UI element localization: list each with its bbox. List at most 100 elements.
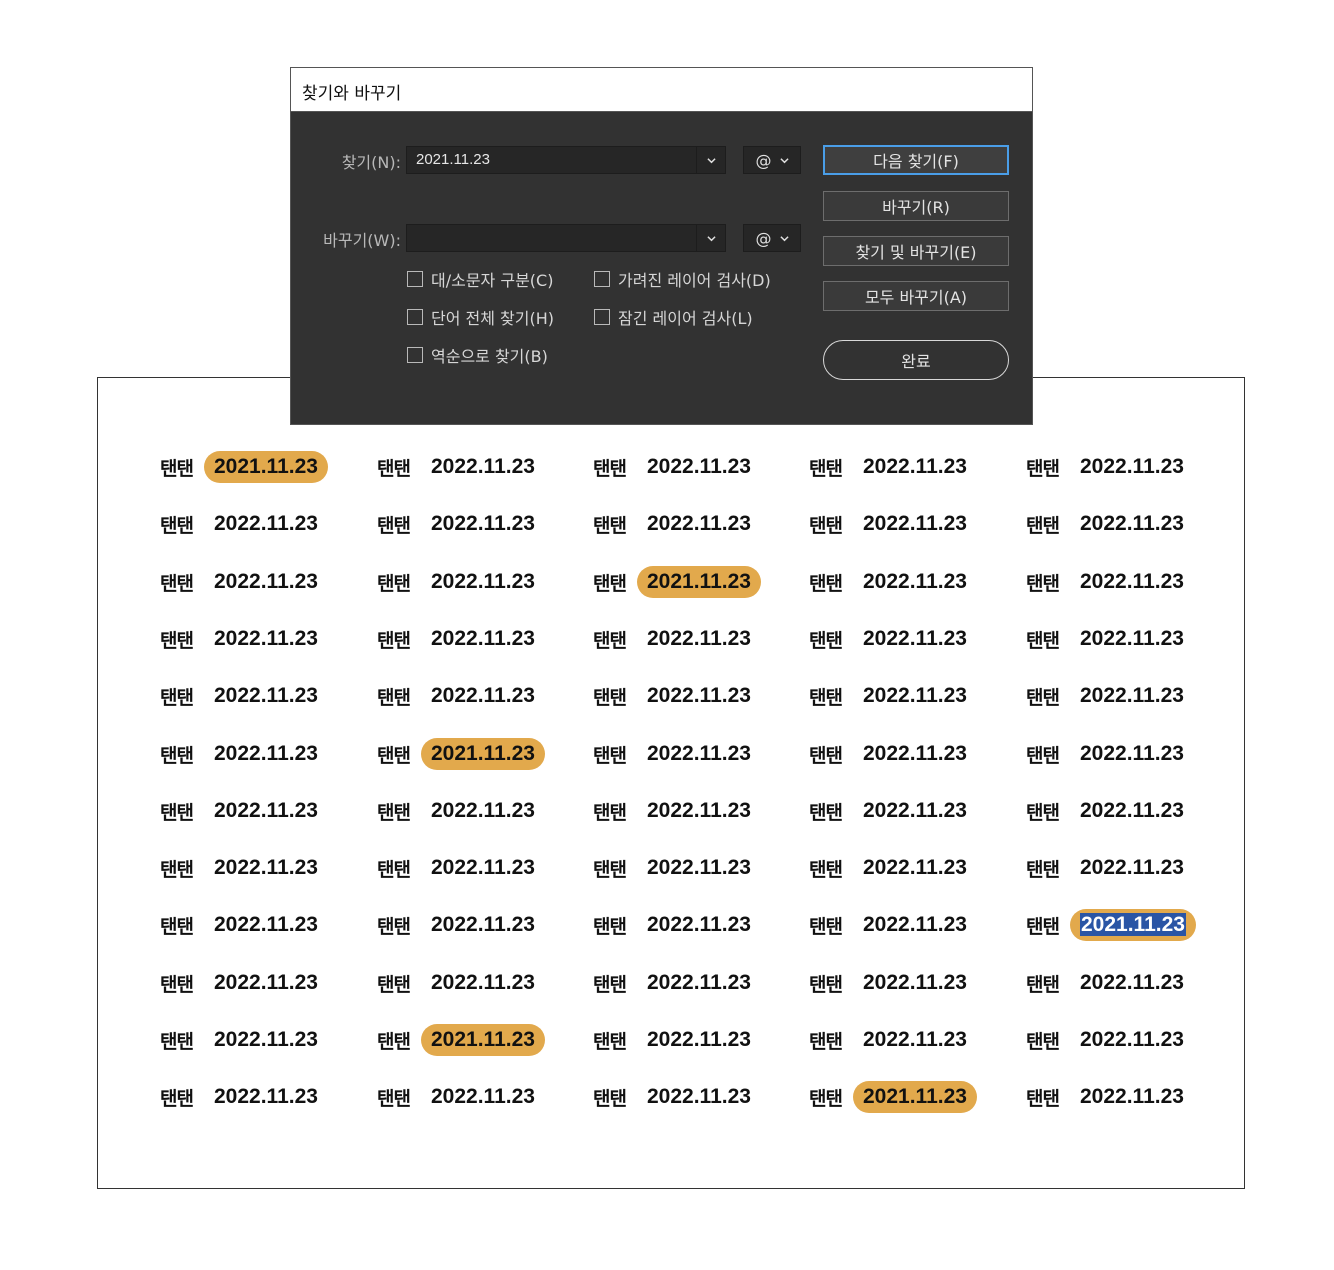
text-entry[interactable]: 탠탠 2022.11.23 — [377, 794, 545, 828]
text-entry[interactable]: 탠탠 2022.11.23 — [809, 679, 977, 713]
entry-name: 탠탠 — [593, 572, 627, 595]
checkbox-box[interactable] — [407, 271, 423, 287]
text-entry[interactable]: 탠탠 2022.11.23 — [1026, 565, 1194, 599]
replace-button[interactable]: 바꾸기(R) — [823, 191, 1009, 221]
entry-date: 2022.11.23 — [647, 1028, 751, 1051]
text-entry[interactable]: 탠탠 2022.11.23 — [377, 679, 545, 713]
text-entry[interactable]: 탠탠 2022.11.23 — [593, 966, 761, 1000]
checkbox-box[interactable] — [407, 309, 423, 325]
checkbox-box[interactable] — [594, 309, 610, 325]
checkbox-box[interactable] — [407, 347, 423, 363]
text-entry[interactable]: 탠탠 2022.11.23 — [1026, 851, 1194, 885]
text-entry[interactable]: 탠탠 2021.11.23 — [160, 450, 328, 484]
text-entry[interactable]: 탠탠 2022.11.23 — [377, 450, 545, 484]
find-special-char-button[interactable]: @ — [743, 146, 801, 174]
text-entry[interactable]: 탠탠 2022.11.23 — [160, 622, 328, 656]
text-entry[interactable]: 탠탠 2021.11.23 — [377, 737, 545, 771]
text-entry[interactable]: 탠탠 2022.11.23 — [160, 565, 328, 599]
text-entry[interactable]: 탠탠 2022.11.23 — [593, 908, 761, 942]
done-button[interactable]: 완료 — [823, 340, 1009, 380]
text-entry[interactable]: 탠탠 2022.11.23 — [809, 966, 977, 1000]
find-replace-dialog: 찾기와 바꾸기 찾기(N): 2021.11.23 @ 바꾸기(W): @ 대/… — [290, 67, 1033, 425]
text-entry[interactable]: 탠탠 2022.11.23 — [377, 908, 545, 942]
hidden-layers-checkbox[interactable]: 가려진 레이어 검사(D) — [594, 267, 771, 291]
text-entry[interactable]: 탠탠 2022.11.23 — [160, 966, 328, 1000]
find-input[interactable]: 2021.11.23 — [406, 146, 726, 174]
text-entry[interactable]: 탠탠 2022.11.23 — [593, 679, 761, 713]
entry-name: 탠탠 — [593, 801, 627, 824]
entry-name: 탠탠 — [593, 915, 627, 938]
text-entry[interactable]: 탠탠 2022.11.23 — [1026, 450, 1194, 484]
text-entry[interactable]: 탠탠 2022.11.23 — [593, 1023, 761, 1057]
text-entry[interactable]: 탠탠 2022.11.23 — [593, 1080, 761, 1114]
entry-date: 2022.11.23 — [214, 742, 318, 765]
entry-name: 탠탠 — [809, 915, 843, 938]
text-entry[interactable]: 탠탠 2021.11.23 — [809, 1080, 977, 1114]
find-history-dropdown[interactable] — [696, 147, 725, 173]
text-entry[interactable]: 탠탠 2022.11.23 — [160, 908, 328, 942]
whole-word-checkbox[interactable]: 단어 전체 찾기(H) — [407, 305, 554, 329]
find-next-button[interactable]: 다음 찾기(F) — [823, 145, 1009, 175]
entry-date: 2022.11.23 — [214, 1085, 318, 1108]
text-entry[interactable]: 탠탠 2022.11.23 — [1026, 737, 1194, 771]
entry-date: 2022.11.23 — [431, 684, 535, 707]
entry-date: 2022.11.23 — [1080, 570, 1184, 593]
text-entry[interactable]: 탠탠 2022.11.23 — [593, 737, 761, 771]
text-entry[interactable]: 탠탠 2022.11.23 — [160, 1023, 328, 1057]
text-entry[interactable]: 탠탠 2022.11.23 — [593, 851, 761, 885]
text-entry[interactable]: 탠탠 2022.11.23 — [377, 622, 545, 656]
replace-history-dropdown[interactable] — [696, 225, 725, 251]
text-entry[interactable]: 탠탠 2022.11.23 — [809, 1023, 977, 1057]
match-case-checkbox[interactable]: 대/소문자 구분(C) — [407, 267, 553, 291]
text-entry[interactable]: 탠탠 2022.11.23 — [809, 794, 977, 828]
entry-name: 탠탠 — [809, 973, 843, 996]
text-entry[interactable]: 탠탠 2022.11.23 — [377, 1080, 545, 1114]
replace-special-char-button[interactable]: @ — [743, 224, 801, 252]
text-entry[interactable]: 탠탠 2022.11.23 — [1026, 794, 1194, 828]
entry-date: 2022.11.23 — [431, 913, 535, 936]
backwards-checkbox[interactable]: 역순으로 찾기(B) — [407, 343, 548, 367]
text-entry[interactable]: 탠탠 2022.11.23 — [160, 794, 328, 828]
text-entry[interactable]: 탠탠 2021.11.23 — [377, 1023, 545, 1057]
replace-label-text: 바꾸기(W): — [323, 231, 401, 250]
text-entry[interactable]: 탠탠 2022.11.23 — [809, 851, 977, 885]
text-entry[interactable]: 탠탠 2022.11.23 — [377, 565, 545, 599]
document-artboard: 탠탠 2021.11.23 탠탠 2022.11.23 탠탠 2022.11.23 탠탠 20… — [97, 377, 1245, 1189]
text-entry[interactable]: 탠탠 2022.11.23 — [1026, 622, 1194, 656]
text-entry[interactable]: 탠탠 2022.11.23 — [809, 450, 977, 484]
search-match-highlight: 2021.11.23 — [421, 1024, 545, 1056]
text-entry[interactable]: 탠탠 2022.11.23 — [809, 737, 977, 771]
text-entry[interactable]: 탠탠 2022.11.23 — [809, 622, 977, 656]
entry-date: 2022.11.23 — [863, 856, 967, 879]
text-entry[interactable]: 탠탠 2022.11.23 — [809, 565, 977, 599]
text-entry[interactable]: 탠탠 2022.11.23 — [1026, 507, 1194, 541]
text-entry[interactable]: 탠탠 2021.11.23 — [593, 565, 761, 599]
text-entry[interactable]: 탠탠 2022.11.23 — [593, 507, 761, 541]
checkbox-box[interactable] — [594, 271, 610, 287]
entry-name: 탠탠 — [593, 629, 627, 652]
entry-name: 탠탠 — [160, 744, 194, 767]
text-entry[interactable]: 탠탠 2022.11.23 — [377, 851, 545, 885]
text-entry[interactable]: 탠탠 2022.11.23 — [1026, 966, 1194, 1000]
text-entry[interactable]: 탠탠 2022.11.23 — [160, 1080, 328, 1114]
text-entry[interactable]: 탠탠 2022.11.23 — [809, 507, 977, 541]
text-entry[interactable]: 탠탠 2021.11.23 — [1026, 908, 1196, 942]
text-entry[interactable]: 탠탠 2022.11.23 — [377, 966, 545, 1000]
replace-all-button[interactable]: 모두 바꾸기(A) — [823, 281, 1009, 311]
text-entry[interactable]: 탠탠 2022.11.23 — [160, 851, 328, 885]
text-entry[interactable]: 탠탠 2022.11.23 — [593, 794, 761, 828]
text-entry[interactable]: 탠탠 2022.11.23 — [809, 908, 977, 942]
text-entry[interactable]: 탠탠 2022.11.23 — [1026, 1080, 1194, 1114]
text-entry[interactable]: 탠탠 2022.11.23 — [160, 507, 328, 541]
text-entry[interactable]: 탠탠 2022.11.23 — [593, 622, 761, 656]
replace-input[interactable] — [406, 224, 726, 252]
locked-layers-checkbox[interactable]: 잠긴 레이어 검사(L) — [594, 305, 753, 329]
text-entry[interactable]: 탠탠 2022.11.23 — [160, 737, 328, 771]
text-entry[interactable]: 탠탠 2022.11.23 — [377, 507, 545, 541]
text-entry[interactable]: 탠탠 2022.11.23 — [1026, 1023, 1194, 1057]
text-entry[interactable]: 탠탠 2022.11.23 — [160, 679, 328, 713]
text-entry[interactable]: 탠탠 2022.11.23 — [1026, 679, 1194, 713]
text-entry[interactable]: 탠탠 2022.11.23 — [593, 450, 761, 484]
find-and-replace-button[interactable]: 찾기 및 바꾸기(E) — [823, 236, 1009, 266]
entry-date: 2022.11.23 — [647, 913, 751, 936]
